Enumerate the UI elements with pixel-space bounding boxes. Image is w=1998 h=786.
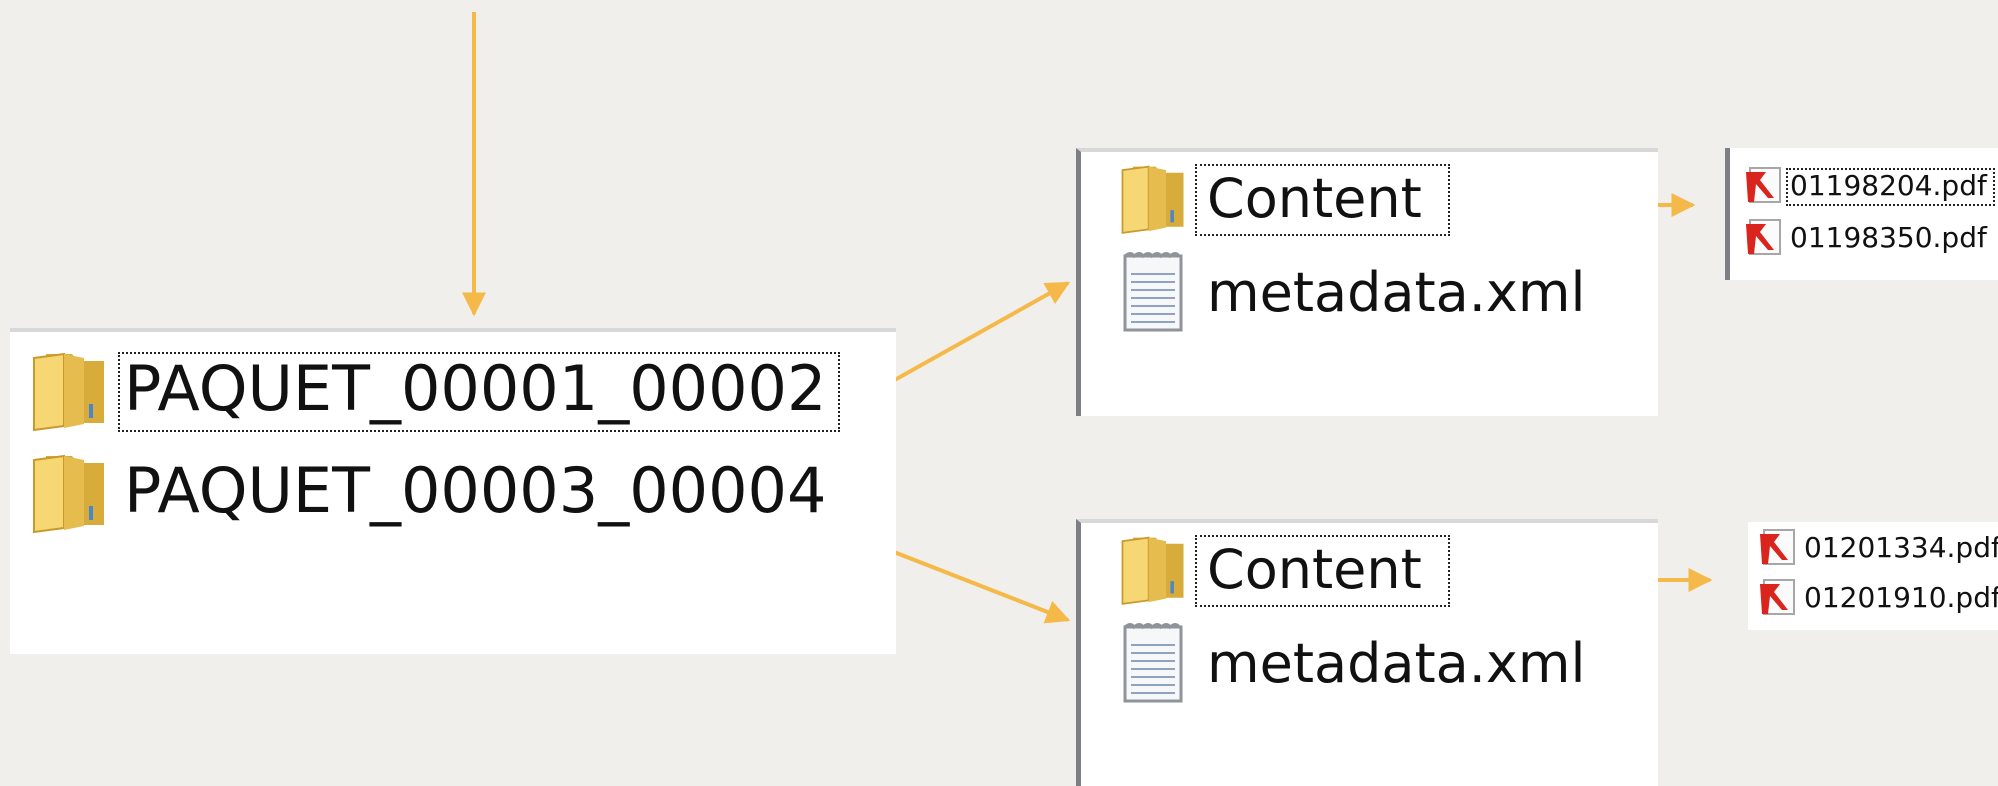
folder-label: Content bbox=[1195, 535, 1450, 607]
pdf-icon bbox=[1758, 526, 1800, 572]
list-item[interactable]: metadata.xml bbox=[1119, 623, 1595, 707]
folder-icon bbox=[1119, 530, 1187, 612]
pdf-icon bbox=[1758, 576, 1800, 622]
pdf-icon bbox=[1744, 216, 1786, 262]
folder-icon bbox=[1119, 159, 1187, 241]
package-1-pane: Content metadata.xml bbox=[1076, 148, 1658, 416]
list-item[interactable]: 01198350.pdf bbox=[1744, 218, 1993, 260]
list-item[interactable]: Content bbox=[1119, 159, 1450, 241]
pdf-icon bbox=[1744, 164, 1786, 210]
text-file-icon bbox=[1119, 621, 1187, 709]
root-folder-pane: PAQUET_00001_00002 PAQUET_00003_00004 bbox=[10, 328, 896, 654]
package-2-pane: Content metadata.xml bbox=[1076, 519, 1658, 786]
folder-label: PAQUET_00003_00004 bbox=[124, 454, 827, 527]
pdf-file-label: 01201334.pdf bbox=[1804, 531, 1998, 564]
content-1-pane: 01198204.pdf 01198350.pdf bbox=[1725, 148, 1998, 280]
text-file-icon bbox=[1119, 250, 1187, 338]
file-label: metadata.xml bbox=[1207, 261, 1586, 324]
list-item[interactable]: PAQUET_00003_00004 bbox=[30, 452, 838, 536]
pdf-file-label: 01198204.pdf bbox=[1786, 168, 1995, 206]
folder-icon bbox=[30, 450, 108, 538]
content-2-pane: 01201334.pdf 01201910.pdf bbox=[1748, 522, 1998, 630]
folder-icon bbox=[30, 348, 108, 436]
folder-label: Content bbox=[1195, 164, 1450, 236]
list-item[interactable]: 01201910.pdf bbox=[1758, 578, 1998, 620]
list-item[interactable]: metadata.xml bbox=[1119, 252, 1595, 336]
folder-label: PAQUET_00001_00002 bbox=[117, 352, 841, 432]
list-item[interactable]: Content bbox=[1119, 530, 1450, 612]
pdf-file-label: 01201910.pdf bbox=[1804, 581, 1998, 614]
list-item[interactable]: 01198204.pdf bbox=[1744, 164, 1995, 210]
file-label: metadata.xml bbox=[1207, 632, 1586, 695]
list-item[interactable]: PAQUET_00001_00002 bbox=[30, 348, 841, 436]
pdf-file-label: 01198350.pdf bbox=[1790, 221, 1987, 254]
list-item[interactable]: 01201334.pdf bbox=[1758, 528, 1998, 570]
